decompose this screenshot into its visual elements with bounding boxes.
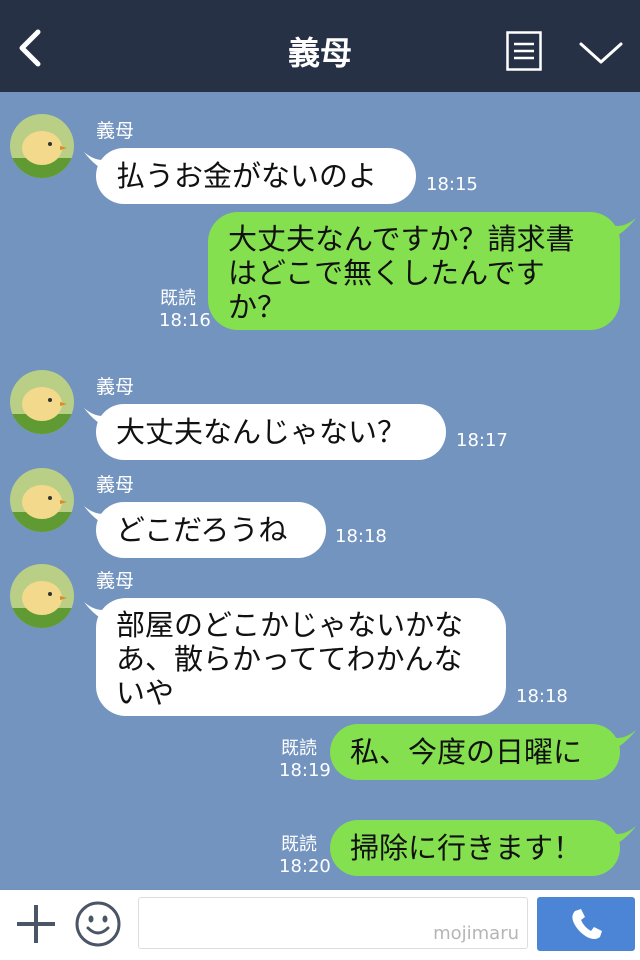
avatar[interactable]	[10, 370, 74, 434]
message-time: 18:18	[335, 526, 387, 547]
avatar[interactable]	[10, 468, 74, 532]
read-receipt: 既読	[281, 738, 317, 759]
message-bubble[interactable]: 私、今度の日曜に	[330, 724, 620, 780]
sender-name: 義母	[96, 570, 135, 592]
message-time: 18:18	[516, 686, 568, 707]
chat-header: 義母	[0, 0, 640, 92]
message-bubble[interactable]: 払うお金がないのよ	[96, 148, 416, 204]
message-time: 18:20	[279, 856, 331, 877]
message-bubble[interactable]: 掃除に行きます！	[330, 820, 620, 876]
chevron-down-icon[interactable]	[578, 38, 624, 68]
watermark-text: mojimaru	[433, 923, 519, 944]
message-time: 18:15	[426, 174, 478, 195]
message-bubble[interactable]: 部屋のどこかじゃないかなあ、散らかっててわかんないや	[96, 598, 506, 716]
chat-area[interactable]: 義母 払うお金がないのよ 18:15 大丈夫なんですか？請求書はどこで無くしたん…	[0, 92, 640, 890]
chat-title: 義母	[287, 34, 352, 72]
sender-name: 義母	[96, 474, 135, 496]
call-button[interactable]	[537, 897, 635, 951]
phone-icon	[572, 909, 602, 939]
smiley-icon[interactable]	[74, 900, 122, 948]
avatar[interactable]	[10, 564, 74, 628]
read-receipt: 既読	[160, 288, 196, 309]
message-bubble[interactable]: どこだろうね	[96, 502, 326, 558]
message-bubble[interactable]: 大丈夫なんですか？請求書はどこで無くしたんですか？	[208, 212, 620, 330]
message-time: 18:16	[159, 310, 211, 331]
plus-icon[interactable]	[14, 902, 58, 946]
list-icon[interactable]	[506, 31, 542, 71]
read-receipt: 既読	[281, 834, 317, 855]
avatar[interactable]	[10, 114, 74, 178]
message-time: 18:19	[279, 760, 331, 781]
message-time: 18:17	[456, 430, 508, 451]
sender-name: 義母	[96, 120, 135, 142]
message-bubble[interactable]: 大丈夫なんじゃない？	[96, 404, 446, 460]
message-input[interactable]: mojimaru	[138, 897, 528, 949]
sender-name: 義母	[96, 376, 135, 398]
